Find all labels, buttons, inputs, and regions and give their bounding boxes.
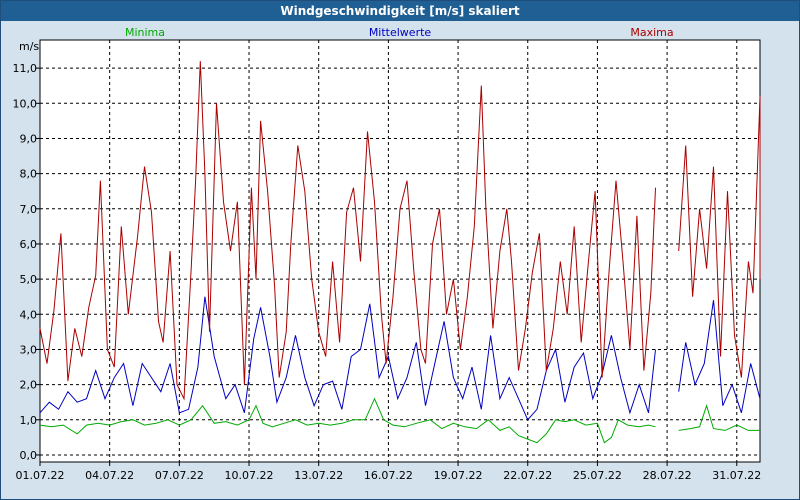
- legend-minima: Minima: [125, 26, 165, 39]
- x-tick-label: 19.07.22: [434, 469, 483, 482]
- y-tick-label: 10,0: [13, 97, 38, 110]
- y-tick-label: 6,0: [20, 238, 38, 251]
- y-tick-label: 9,0: [20, 132, 38, 145]
- x-tick-label: 07.07.22: [155, 469, 204, 482]
- y-tick-label: 1,0: [20, 414, 38, 427]
- x-tick-label: 13.07.22: [294, 469, 343, 482]
- y-tick-label: 2,0: [20, 379, 38, 392]
- y-tick-label: 11,0: [13, 62, 38, 75]
- x-tick-label: 25.07.22: [573, 469, 622, 482]
- y-tick-label: 4,0: [20, 308, 38, 321]
- y-tick-label: 3,0: [20, 343, 38, 356]
- y-tick-label: 0,0: [20, 449, 38, 462]
- x-tick-label: 01.07.22: [16, 469, 65, 482]
- x-axis-ticks: 01.07.22 04.07.22 07.07.22 10.07.22 13.07.22…: [16, 462, 761, 482]
- x-tick-label: 28.07.22: [643, 469, 692, 482]
- y-tick-label: 5,0: [20, 273, 38, 286]
- x-tick-label: 04.07.22: [85, 469, 134, 482]
- legend-mittelwerte: Mittelwerte: [369, 26, 432, 39]
- y-axis-ticks: 0,0 1,0 2,0 3,0 4,0 5,0 6,0 7,0 8,0 9,0 10,0 11,0: [13, 62, 40, 462]
- y-axis-label: m/s: [19, 40, 39, 53]
- wind-speed-chart: 0,0 1,0 2,0 3,0 4,0 5,0 6,0 7,0 8,0 9,0 10,0 11,0 0…: [13, 26, 762, 482]
- legend-maxima: Maxima: [630, 26, 673, 39]
- x-tick-label: 16.07.22: [364, 469, 413, 482]
- y-tick-label: 7,0: [20, 203, 38, 216]
- x-tick-label: 31.07.22: [712, 469, 761, 482]
- y-tick-label: 8,0: [20, 168, 38, 181]
- x-tick-label: 22.07.22: [503, 469, 552, 482]
- x-tick-label: 10.07.22: [225, 469, 274, 482]
